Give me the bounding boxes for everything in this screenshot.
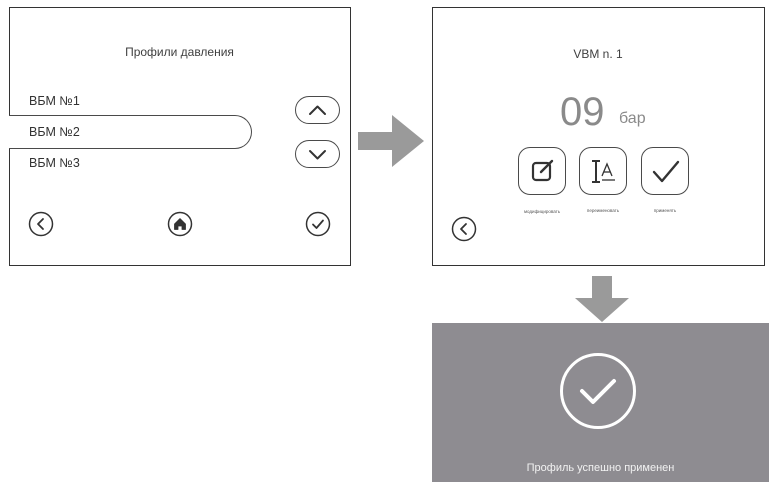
checkmark-circle-icon <box>560 353 636 429</box>
checkmark-icon <box>305 211 331 237</box>
edit-label: модифицировать <box>523 209 561 214</box>
home-icon <box>167 211 193 237</box>
scroll-down-button[interactable] <box>295 140 340 168</box>
success-message: Профиль успешно применен <box>526 462 675 474</box>
profile-title: VBM n. 1 <box>573 47 623 61</box>
flow-arrow-right-icon <box>358 115 424 167</box>
rename-label: переименовать <box>586 208 620 213</box>
chevron-down-icon <box>309 150 326 160</box>
edit-icon <box>531 159 554 182</box>
chevron-up-icon <box>309 105 326 115</box>
apply-button[interactable] <box>641 147 689 195</box>
flow-diagram: Профили давления ВБМ №1 ВБМ №2 ВБМ №3 VB… <box>0 0 769 482</box>
profile-item-3[interactable]: ВБМ №3 <box>29 156 80 170</box>
checkmark-icon <box>652 160 680 183</box>
apply-label: применять <box>653 208 677 213</box>
profile-item-2[interactable]: ВБМ №2 <box>29 125 80 139</box>
back-arrow-icon <box>28 211 54 237</box>
profiles-screen: Профили давления ВБМ №1 ВБМ №2 ВБМ №3 <box>9 7 351 266</box>
home-button[interactable] <box>167 211 193 237</box>
scroll-up-button[interactable] <box>295 96 340 124</box>
back-arrow-icon <box>451 216 477 242</box>
flow-arrow-down-icon <box>575 276 629 322</box>
pressure-value: 09 <box>560 90 605 134</box>
profile-detail-screen: VBM n. 1 09 бар модифицировать переимено… <box>432 7 765 266</box>
profile-item-1[interactable]: ВБМ №1 <box>29 94 80 108</box>
pressure-unit: бар <box>619 110 646 127</box>
page-title: Профили давления <box>125 45 234 59</box>
rename-icon <box>592 160 615 183</box>
back-button[interactable] <box>451 216 477 242</box>
back-button[interactable] <box>28 211 54 237</box>
rename-button[interactable] <box>579 147 627 195</box>
confirm-button[interactable] <box>305 211 331 237</box>
success-screen: Профиль успешно применен <box>432 323 769 482</box>
edit-button[interactable] <box>518 147 566 195</box>
